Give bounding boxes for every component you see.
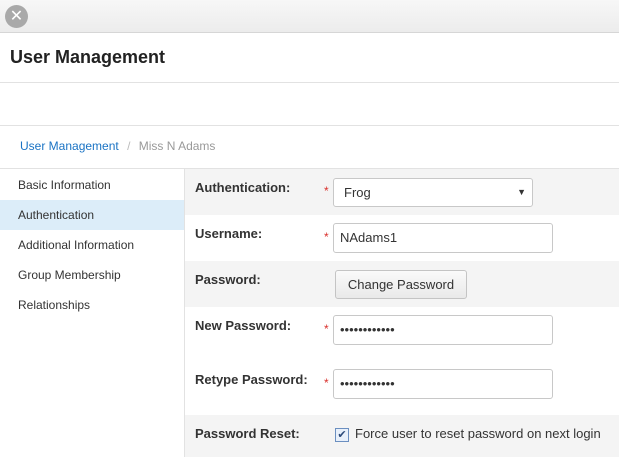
sidebar-item-additional-information[interactable]: Additional Information <box>0 230 184 260</box>
retype-password-label: Retype Password: <box>195 372 308 387</box>
authentication-row: Authentication: * Frog ▼ <box>185 169 619 215</box>
change-password-button[interactable]: Change Password <box>335 270 467 299</box>
new-password-row: New Password: * •••••••••••• <box>185 307 619 361</box>
sidebar: Basic Information Authentication Additio… <box>0 168 185 457</box>
breadcrumb: User Management / Miss N Adams <box>20 139 215 153</box>
force-reset-checkbox-label[interactable]: Force user to reset password on next log… <box>355 426 601 441</box>
authentication-label: Authentication: <box>195 180 291 195</box>
page-title: User Management <box>10 47 166 67</box>
authentication-select-value: Frog <box>344 185 371 200</box>
window-titlebar: ✕ <box>0 0 619 33</box>
required-marker: * <box>324 322 329 336</box>
new-password-field[interactable]: •••••••••••• <box>333 315 553 345</box>
required-marker: * <box>324 376 329 390</box>
chevron-down-icon: ▼ <box>517 187 526 197</box>
required-marker: * <box>324 184 329 198</box>
authentication-select[interactable]: Frog ▼ <box>333 178 533 207</box>
force-reset-checkbox[interactable]: ✔ <box>335 428 349 442</box>
password-row: Password: Change Password <box>185 261 619 307</box>
page-header: User Management <box>0 33 619 83</box>
sidebar-item-relationships[interactable]: Relationships <box>0 290 184 320</box>
authentication-form: Authentication: * Frog ▼ Username: * NAd… <box>185 168 619 457</box>
breadcrumb-user-management-link[interactable]: User Management <box>20 139 119 153</box>
required-marker: * <box>324 230 329 244</box>
username-label: Username: <box>195 226 263 241</box>
username-row: Username: * NAdams1 <box>185 215 619 261</box>
new-password-label: New Password: <box>195 318 292 333</box>
toolbar-area <box>0 83 619 126</box>
sidebar-item-authentication[interactable]: Authentication <box>0 200 184 230</box>
retype-password-row: Retype Password: * •••••••••••• <box>185 361 619 415</box>
password-label: Password: <box>195 272 261 287</box>
username-field[interactable]: NAdams1 <box>333 223 553 253</box>
breadcrumb-current: Miss N Adams <box>138 139 216 153</box>
sidebar-item-basic-information[interactable]: Basic Information <box>0 170 184 200</box>
password-reset-row: Password Reset: ✔ Force user to reset pa… <box>185 415 619 457</box>
sidebar-item-group-membership[interactable]: Group Membership <box>0 260 184 290</box>
close-icon[interactable]: ✕ <box>5 5 28 28</box>
retype-password-field[interactable]: •••••••••••• <box>333 369 553 399</box>
breadcrumb-separator: / <box>127 139 131 153</box>
password-reset-label: Password Reset: <box>195 426 300 441</box>
